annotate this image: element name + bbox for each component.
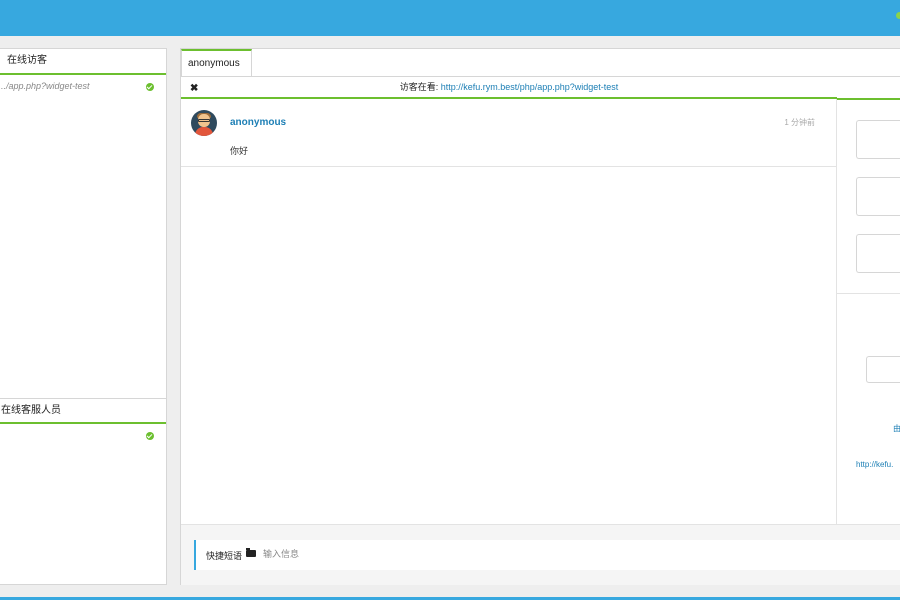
- info-link-short[interactable]: 由: [893, 423, 900, 434]
- message-time: 1 分钟前: [784, 118, 815, 127]
- visitor-url: ../app.php?widget-test: [1, 81, 90, 91]
- viewing-prefix: 访客在看:: [399, 82, 441, 92]
- info-field-1[interactable]: [856, 120, 900, 159]
- top-bar: [0, 0, 900, 36]
- info-field-2[interactable]: [856, 177, 900, 216]
- composer-area: 快捷短语: [181, 524, 900, 585]
- info-small-field[interactable]: [866, 356, 900, 383]
- online-check-icon: [146, 432, 154, 440]
- chat-history: anonymous 1 分钟前 你好: [181, 99, 837, 524]
- chat-message: anonymous 1 分钟前 你好: [181, 99, 837, 167]
- visitor-item[interactable]: ../app.php?widget-test: [0, 75, 166, 99]
- left-sidebar: 在线访客 ../app.php?widget-test 在线客服人员: [0, 48, 167, 585]
- tab-label: anonymous: [188, 58, 240, 69]
- visitors-header: 在线访客: [0, 49, 166, 75]
- visitor-viewing-bar: 访客在看: http://kefu.rym.best/php/app.php?w…: [181, 76, 837, 99]
- tab-anonymous[interactable]: anonymous ✖: [181, 49, 252, 94]
- staff-item[interactable]: [0, 424, 166, 448]
- message-text: 你好: [230, 146, 249, 156]
- divider: [837, 293, 900, 294]
- info-panel-header: [837, 77, 900, 100]
- avatar: [191, 110, 217, 136]
- message-input[interactable]: [263, 546, 763, 562]
- info-field-3[interactable]: [856, 234, 900, 273]
- status-dot-icon: [896, 12, 900, 19]
- message-sender: anonymous: [230, 117, 287, 128]
- folder-open-icon[interactable]: [246, 548, 256, 557]
- staff-header: 在线客服人员: [0, 398, 166, 424]
- viewing-url-link[interactable]: http://kefu.rym.best/php/app.php?widget-…: [441, 82, 619, 92]
- info-link[interactable]: http://kefu.: [856, 460, 893, 469]
- visitor-info-panel: 由 http://kefu.: [837, 76, 900, 525]
- staff-section: 在线客服人员: [0, 398, 166, 448]
- quick-phrases-button[interactable]: 快捷短语: [206, 549, 242, 562]
- online-check-icon: [146, 83, 154, 91]
- composer: 快捷短语: [194, 540, 900, 570]
- chat-main: anonymous ✖ 访客在看: http://kefu.rym.best/p…: [180, 48, 900, 585]
- tab-strip: anonymous ✖: [181, 49, 900, 94]
